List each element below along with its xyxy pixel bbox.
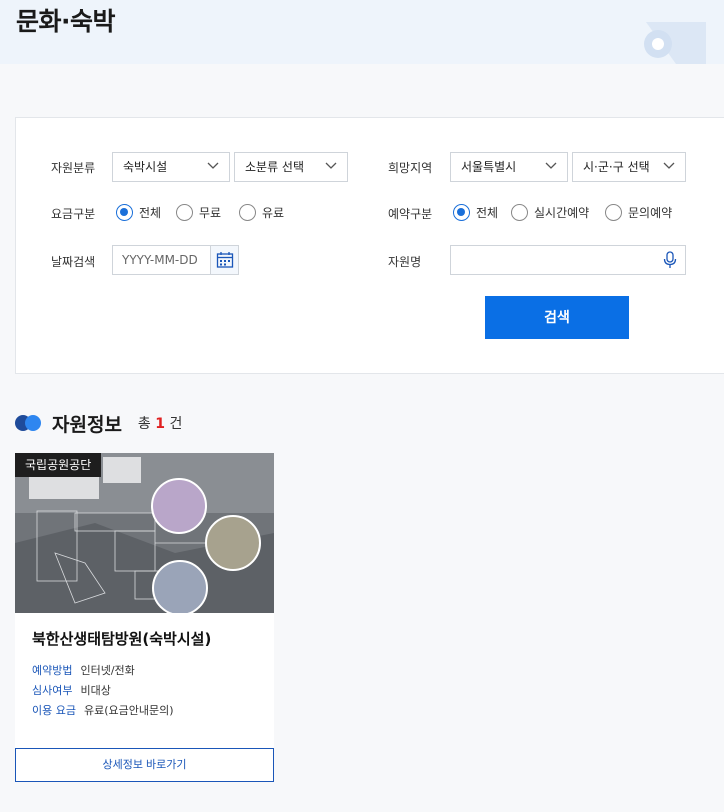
- microphone-icon[interactable]: [663, 251, 677, 269]
- card-title[interactable]: 북한산생태탐방원(숙박시설): [32, 628, 211, 649]
- section-bullet-icon: [15, 413, 43, 433]
- date-label: 날짜검색: [51, 255, 96, 269]
- info-key: 심사여부: [32, 684, 73, 697]
- reservation-radio-all[interactable]: 전체: [453, 204, 498, 221]
- reservation-radio-inquiry[interactable]: 문의예약: [605, 204, 672, 221]
- fee-label: 요금구분: [51, 207, 96, 221]
- fee-radio-free[interactable]: 무료: [176, 204, 221, 221]
- results-heading: 자원정보 총 1 건: [15, 408, 182, 438]
- result-count: 총 1 건: [138, 413, 182, 433]
- reservation-option-label: 전체: [476, 206, 499, 220]
- decorative-dots-icon: [388, 0, 428, 2]
- card-thumbnail[interactable]: 국립공원공단: [15, 453, 274, 613]
- fee-radio-paid[interactable]: 유료: [239, 204, 284, 221]
- info-row: 이용 요금 유료(요금안내문의): [32, 702, 174, 718]
- info-key: 이용 요금: [32, 704, 76, 717]
- reservation-option-label: 실시간예약: [534, 206, 590, 220]
- resource-main-select[interactable]: 숙박시설: [112, 152, 230, 182]
- count-suffix: 건: [169, 416, 183, 432]
- calendar-button[interactable]: [210, 246, 238, 274]
- radio-unchecked-icon: [511, 204, 528, 221]
- floor-plan-image: [15, 453, 274, 613]
- resource-card[interactable]: 국립공원공단 북한산생태탐방원(숙박시설) 예약방법 인터넷/전화 심사여부 비…: [15, 453, 274, 782]
- region-city-value: 서울특별시: [461, 160, 517, 174]
- reservation-label: 예약구분: [388, 207, 433, 221]
- chevron-down-icon: [325, 162, 337, 169]
- pin-decoration-icon: [644, 22, 706, 64]
- fee-option-label: 유료: [262, 206, 285, 220]
- chevron-down-icon: [663, 162, 675, 169]
- fee-option-label: 무료: [199, 206, 222, 220]
- search-panel: 자원분류 숙박시설 소분류 선택 희망지역 서울특별시 시·군·구 선택 요금구…: [15, 117, 724, 374]
- info-value: 유료(요금안내문의): [83, 704, 174, 717]
- resource-name-input[interactable]: [450, 245, 686, 275]
- page-header: 문화·숙박: [0, 0, 724, 64]
- search-button[interactable]: 검색: [485, 296, 629, 339]
- radio-unchecked-icon: [239, 204, 256, 221]
- resource-category-label: 자원분류: [51, 161, 96, 175]
- info-key: 예약방법: [32, 664, 73, 677]
- resource-sub-value: 소분류 선택: [245, 160, 305, 174]
- date-input[interactable]: YYYY-MM-DD: [112, 245, 239, 275]
- info-value: 인터넷/전화: [80, 664, 135, 677]
- region-city-select[interactable]: 서울특별시: [450, 152, 568, 182]
- radio-checked-icon: [116, 204, 133, 221]
- chevron-down-icon: [545, 162, 557, 169]
- date-placeholder: YYYY-MM-DD: [122, 253, 198, 267]
- resource-sub-select[interactable]: 소분류 선택: [234, 152, 348, 182]
- reservation-radio-realtime[interactable]: 실시간예약: [511, 204, 589, 221]
- resource-main-value: 숙박시설: [123, 160, 168, 174]
- radio-unchecked-icon: [605, 204, 622, 221]
- fee-radio-all[interactable]: 전체: [116, 204, 161, 221]
- radio-checked-icon: [453, 204, 470, 221]
- region-district-select[interactable]: 시·군·구 선택: [572, 152, 686, 182]
- info-row: 예약방법 인터넷/전화: [32, 662, 135, 678]
- fee-option-label: 전체: [139, 206, 162, 220]
- resource-name-label: 자원명: [388, 255, 422, 269]
- info-row: 심사여부 비대상: [32, 682, 111, 698]
- region-label: 희망지역: [388, 161, 433, 175]
- count-prefix: 총: [137, 416, 151, 432]
- provider-badge: 국립공원공단: [15, 453, 102, 477]
- calendar-icon: [216, 252, 233, 268]
- region-district-value: 시·군·구 선택: [583, 160, 650, 174]
- reservation-option-label: 문의예약: [628, 206, 673, 220]
- count-number: 1: [155, 416, 166, 432]
- chevron-down-icon: [207, 162, 219, 169]
- radio-unchecked-icon: [176, 204, 193, 221]
- section-title: 자원정보: [52, 413, 122, 436]
- info-value: 비대상: [80, 684, 111, 697]
- page-title: 문화·숙박: [16, 7, 116, 36]
- detail-button[interactable]: 상세정보 바로가기: [15, 748, 274, 782]
